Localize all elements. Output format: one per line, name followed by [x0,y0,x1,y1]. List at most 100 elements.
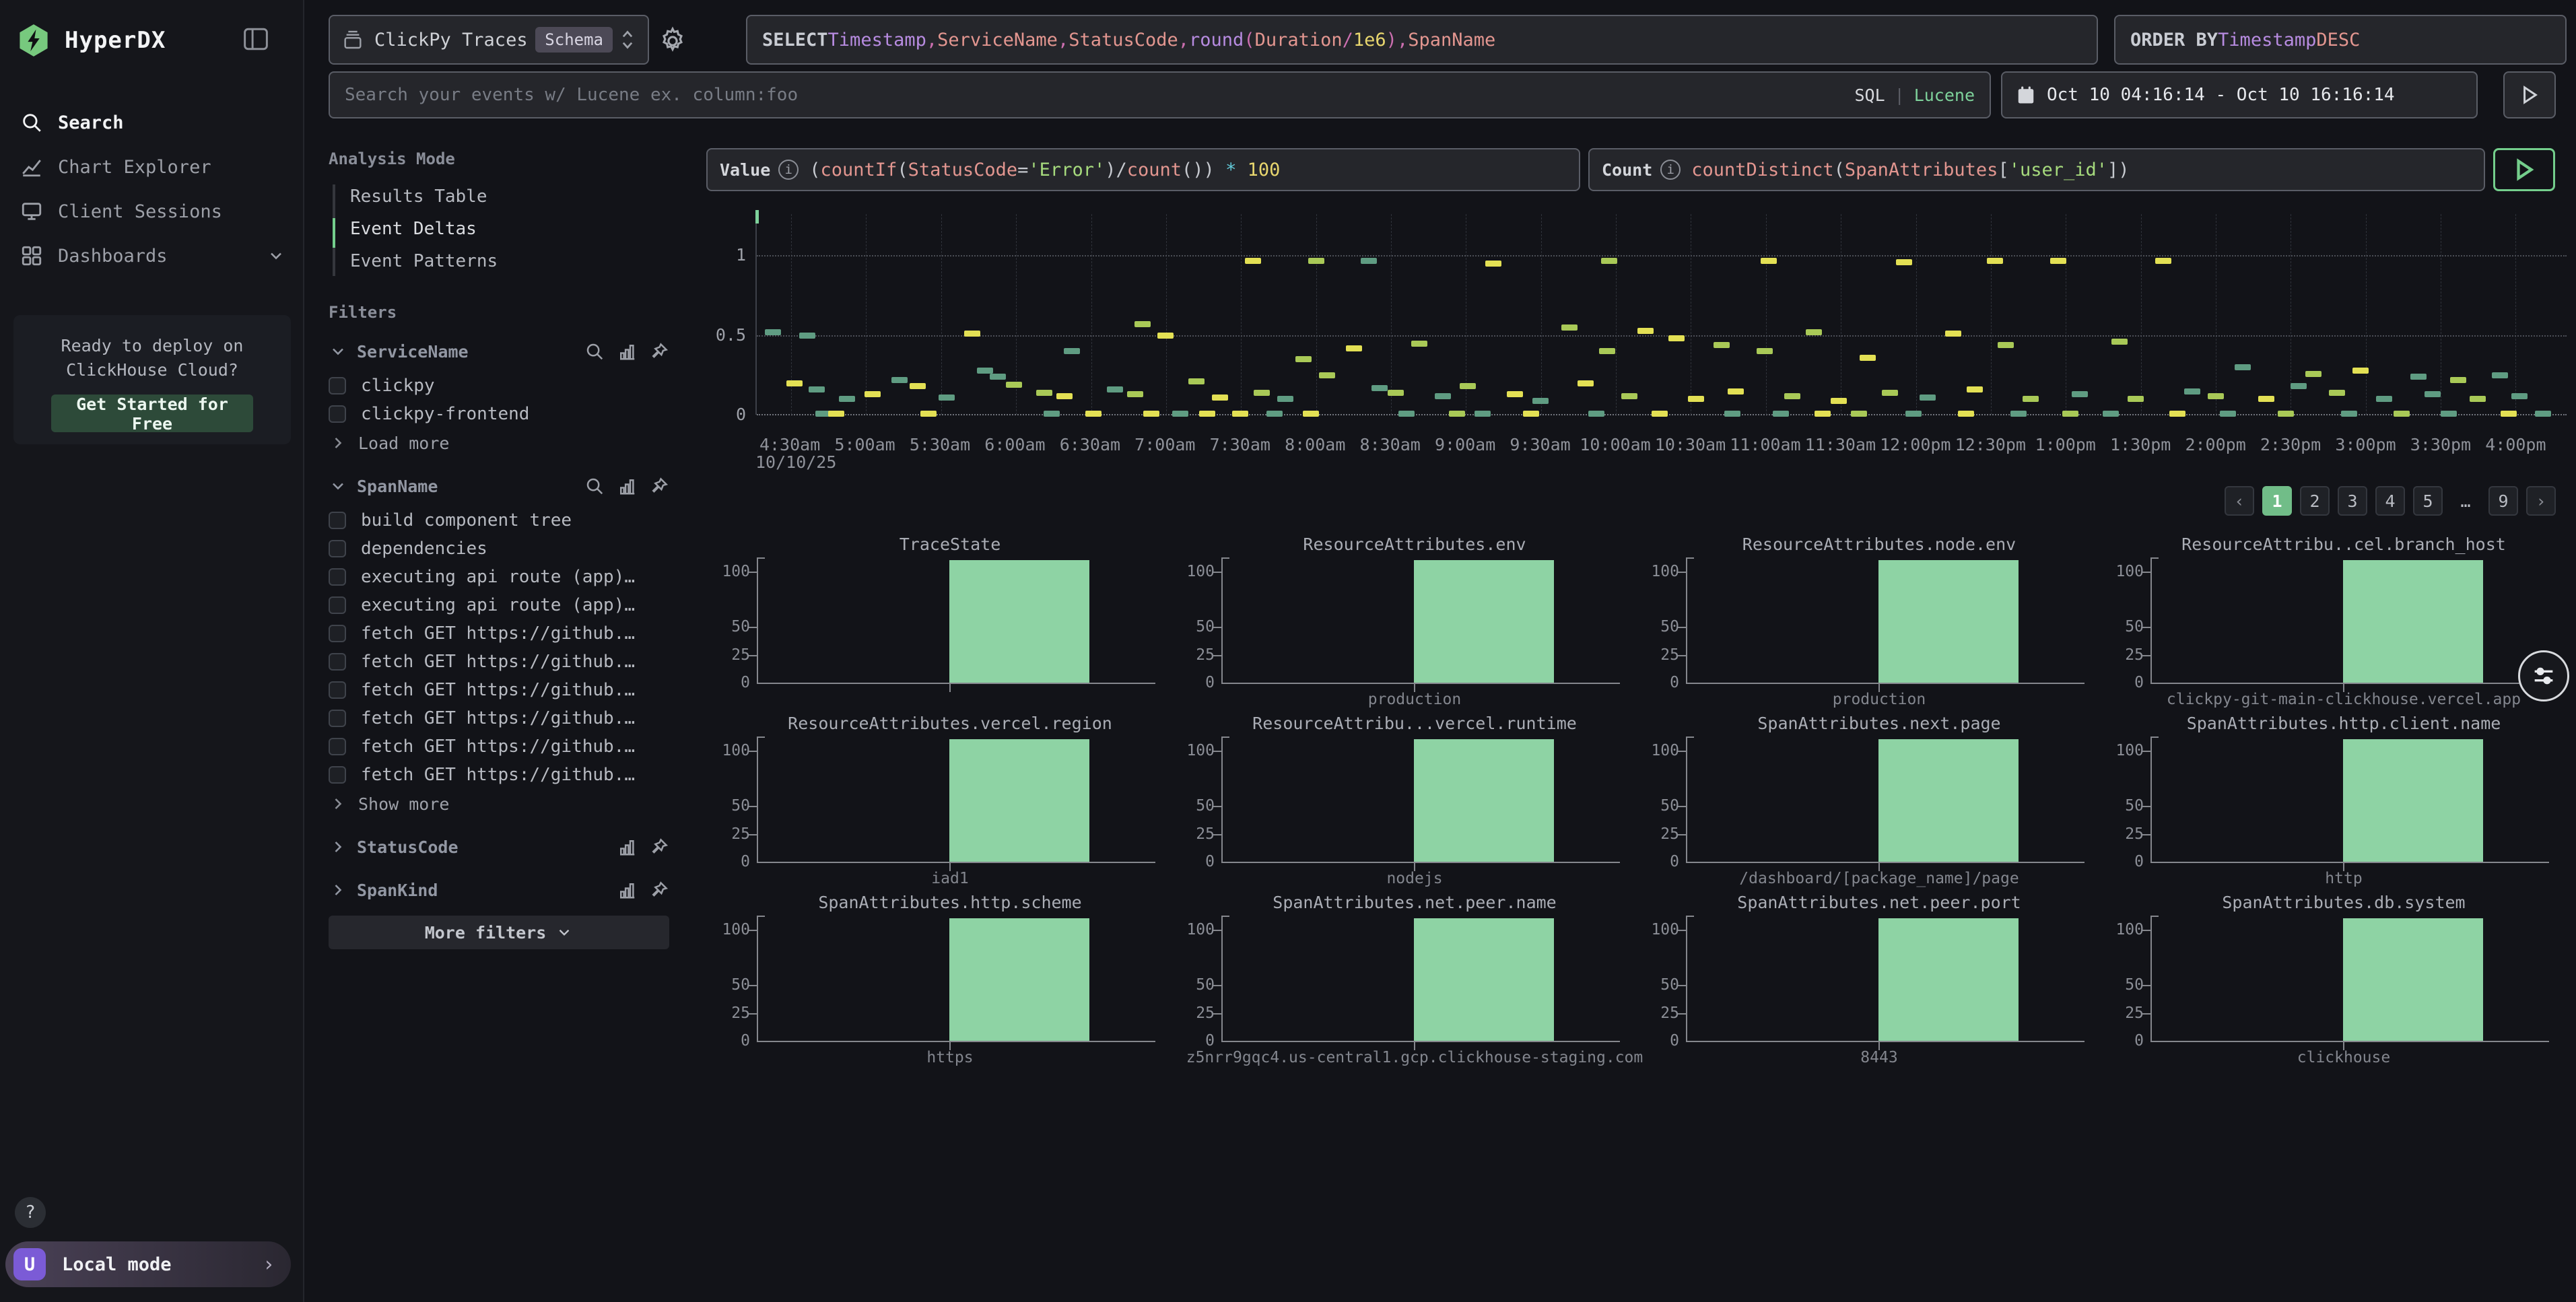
filter-option-row[interactable]: fetch GET https://github.… [329,648,669,676]
help-button[interactable]: ? [15,1197,46,1228]
x-tick-label: 12:30pm [1955,435,2026,454]
filter-checkbox[interactable] [329,766,346,784]
mini-y-tick-label: 100 [1182,742,1215,759]
settings-gear-icon[interactable] [657,26,688,57]
filter-option-label: clickpy-frontend [361,404,529,424]
attribute-chart-title: ResourceAttributes.vercel.region [718,714,1182,733]
more-filters-button[interactable]: More filters [329,916,669,949]
mode-item-event-patterns[interactable]: Event Patterns [350,245,669,277]
chart-settings-fab[interactable] [2518,650,2569,701]
order-by-editor[interactable]: ORDER BY Timestamp DESC [2114,15,2567,65]
pagination-page-5[interactable]: 5 [2413,486,2443,516]
collapse-sidebar-icon[interactable] [242,27,269,51]
bar-chart-icon[interactable] [617,341,637,362]
filter-checkbox[interactable] [329,596,346,614]
filter-group-name: ServiceName [357,342,469,362]
pin-icon[interactable] [649,880,669,900]
pagination-page-3[interactable]: 3 [2338,486,2367,516]
pagination-page-9[interactable]: 9 [2488,486,2518,516]
info-icon: i [1660,160,1681,180]
filter-option-row[interactable]: fetch GET https://github.… [329,761,669,789]
pagination-prev[interactable]: ‹ [2225,486,2254,516]
source-select[interactable]: ClickPy Traces Schema [329,15,649,65]
event-delta-mark [1967,386,1983,392]
pin-icon[interactable] [649,476,669,496]
pin-icon[interactable] [649,837,669,857]
y-tick-label: 1 [699,245,746,265]
filter-option-row[interactable]: fetch GET https://github.… [329,704,669,732]
pagination-page-2[interactable]: 2 [2300,486,2330,516]
mini-y-tick-label: 0 [1182,674,1215,691]
filter-checkbox[interactable] [329,377,346,395]
mini-y-tick-label: 50 [2111,797,2144,815]
magnifier-icon[interactable] [584,476,605,496]
filter-group-servicename[interactable]: ServiceName [329,337,669,366]
pagination-page-1[interactable]: 1 [2262,486,2292,516]
local-mode-menu[interactable]: U Local mode › [5,1241,291,1287]
filter-option-row[interactable]: clickpy [329,372,669,400]
code-token: * [1225,160,1236,180]
filter-checkbox[interactable] [329,405,346,423]
mini-x-axis [1686,683,2084,684]
mode-item-event-deltas[interactable]: Event Deltas [350,213,669,245]
code-token: = [1017,160,1028,180]
filter-checkbox[interactable] [329,625,346,642]
bar-chart-icon[interactable] [617,476,637,496]
filter-option-label: fetch GET https://github.… [361,765,635,785]
filter-checkbox[interactable] [329,540,346,557]
link-label: Load more [358,434,449,453]
date-range-picker[interactable]: Oct 10 04:16:14 - Oct 10 16:16:14 [2001,71,2478,118]
search-input[interactable] [345,85,1841,105]
filter-option-row[interactable]: executing api route (app)… [329,591,669,619]
filter-option-row[interactable]: dependencies [329,535,669,563]
filter-option-row[interactable]: fetch GET https://github.… [329,676,669,704]
sql-select-editor[interactable]: SELECT Timestamp, ServiceName, StatusCod… [746,15,2098,65]
mini-y-tick [1678,627,1686,628]
run-search-button[interactable] [2503,71,2556,118]
bar-chart-icon[interactable] [617,880,637,900]
load-more-link[interactable]: Load more [329,430,669,456]
sidebar-item-dashboards[interactable]: Dashboards [0,234,304,277]
magnifier-icon[interactable] [584,341,605,362]
show-more-link[interactable]: Show more [329,790,669,817]
mode-item-results-table[interactable]: Results Table [350,180,669,213]
sidebar-item-search[interactable]: Search [0,101,304,144]
pin-icon[interactable] [649,341,669,362]
filter-checkbox[interactable] [329,512,346,529]
count-expression-field[interactable]: Count i countDistinct(SpanAttributes['us… [1588,148,2485,191]
code-token: / [1116,160,1126,180]
mini-x-axis [2150,1041,2549,1042]
value-expression-field[interactable]: Value i (countIf(StatusCode='Error')/cou… [706,148,1580,191]
filter-checkbox[interactable] [329,653,346,671]
filter-option-row[interactable]: fetch GET https://github.… [329,619,669,648]
filter-group-spanname[interactable]: SpanName [329,471,669,501]
pagination-next[interactable]: › [2526,486,2556,516]
x-tick-label: 9:30am [1510,435,1570,454]
sidebar-item-client-sessions[interactable]: Client Sessions [0,190,304,233]
lucene-toggle[interactable]: Lucene [1914,85,1975,105]
filter-group-statuscode[interactable]: StatusCode [329,832,669,862]
sql-toggle[interactable]: SQL [1854,85,1885,105]
bar-chart-icon[interactable] [617,837,637,857]
filter-checkbox[interactable] [329,681,346,699]
filter-checkbox[interactable] [329,568,346,586]
filter-option-row[interactable]: fetch GET https://github.… [329,732,669,761]
get-started-button[interactable]: Get Started for Free [51,395,253,432]
filter-option-row[interactable]: clickpy-frontend [329,400,669,428]
filter-checkbox[interactable] [329,738,346,755]
event-delta-mark [1085,411,1101,417]
filter-option-row[interactable]: executing api route (app)… [329,563,669,591]
filter-option-row[interactable]: build component tree [329,506,669,535]
event-delta-mark [2050,258,2066,264]
pagination-page-4[interactable]: 4 [2375,486,2405,516]
mini-y-tick [749,572,757,573]
filter-option-label: fetch GET https://github.… [361,623,635,644]
attribute-chart-category: production [1182,691,1647,708]
filter-checkbox[interactable] [329,710,346,727]
event-delta-mark [1064,348,1080,354]
filter-group-spankind[interactable]: SpanKind [329,875,669,905]
run-analysis-button[interactable] [2493,148,2555,191]
code-token: / [1343,30,1353,50]
sidebar-item-chart-explorer[interactable]: Chart Explorer [0,145,304,189]
analysis-mode-heading: Analysis Mode [329,149,455,168]
